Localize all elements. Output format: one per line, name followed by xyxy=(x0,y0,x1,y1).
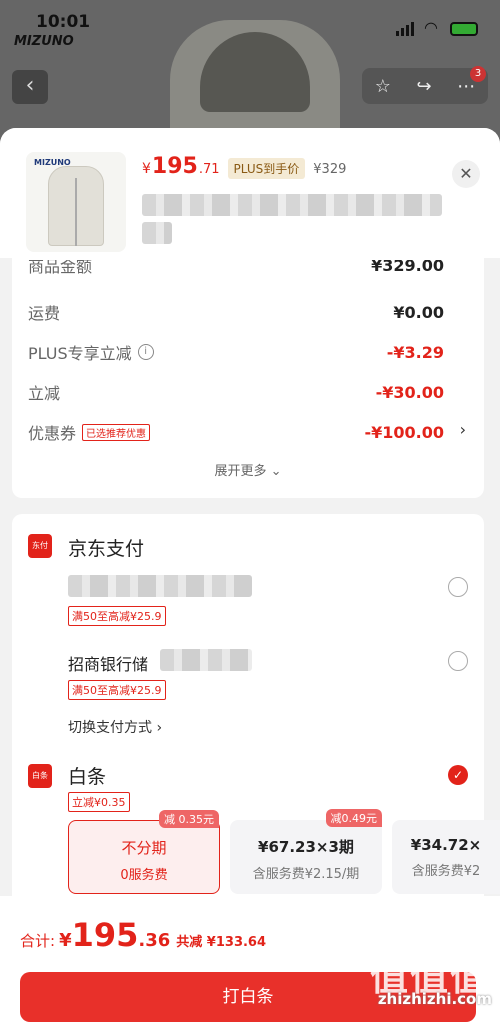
baitiao-promo: 立减¥0.35 xyxy=(68,792,130,812)
bank-card-1-radio[interactable] xyxy=(448,577,468,597)
total-label: 合计: xyxy=(20,932,56,950)
chevron-right-icon[interactable]: › xyxy=(460,420,466,439)
expand-more-link[interactable]: 展开更多 ⌄ xyxy=(12,460,484,479)
cost-label: 立减 xyxy=(28,384,61,403)
switch-payment-method-link[interactable]: 切换支付方式 › xyxy=(68,717,162,737)
recommended-coupon-tag: 已选推荐优惠 xyxy=(82,423,151,441)
share-icon[interactable]: ↪ xyxy=(417,76,432,97)
plus-price-tag: PLUS到手价 xyxy=(227,158,306,179)
cost-value: -¥100.00 xyxy=(364,422,444,442)
plan-discount-badge: 减 0.35元 xyxy=(159,810,219,828)
plan-sub-text: 含服务费¥2.15/期 xyxy=(252,867,360,882)
plan-main-text: 不分期 xyxy=(121,839,167,857)
status-bar: 10:01 MIZUNO ◠ xyxy=(0,0,500,49)
watermark-site: zhizhizhi.com xyxy=(377,990,492,1008)
bank-card-1-promo: 满50至高减¥25.9 xyxy=(68,606,166,626)
cost-row-shipping: 运费 ¥0.00 xyxy=(28,300,444,324)
brand-logo: MIZUNO xyxy=(14,34,74,49)
blurred-bank-card-2 xyxy=(160,649,252,671)
plan-main-text: ¥67.23×3期 xyxy=(258,838,354,856)
baitiao-radio-checked[interactable]: ✓ xyxy=(448,765,468,785)
installment-plan-3[interactable]: 减0.49元 ¥67.23×3期 含服务费¥2.15/期 xyxy=(230,809,382,894)
price-decimal: .71 xyxy=(198,162,220,177)
plan-sub-text: 含服务费¥2 xyxy=(411,864,481,879)
cost-label-wrap: PLUS专享立减 i xyxy=(28,340,154,364)
jd-pay-icon: 东付 xyxy=(28,534,52,558)
checkout-sheet: MIZUNO ¥ 195 .71 PLUS到手价 ¥329 ✕ 商品金额 ¥32… xyxy=(0,128,500,1029)
cost-label: PLUS专享立减 xyxy=(28,344,132,363)
total-integer: 195 xyxy=(71,916,139,954)
signal-icon xyxy=(396,22,414,36)
plan-discount-badge: 减0.49元 xyxy=(325,809,382,827)
info-icon[interactable]: i xyxy=(137,344,154,360)
total-decimal: .36 xyxy=(138,930,171,951)
installment-plan-6[interactable]: ¥34.72× 含服务费¥2 xyxy=(392,820,500,894)
product-thumbnail[interactable]: MIZUNO xyxy=(26,152,126,252)
close-button[interactable]: ✕ xyxy=(452,160,480,188)
total-saved: 共减 ¥133.64 xyxy=(176,935,267,950)
bank-card-2-name: 招商银行储 xyxy=(68,655,149,674)
price-integer: 195 xyxy=(151,154,198,179)
cost-row-plus-discount: PLUS专享立减 i -¥3.29 xyxy=(28,340,444,364)
cost-value: ¥0.00 xyxy=(393,302,444,322)
blurred-product-title-line2 xyxy=(142,222,172,244)
blurred-bank-card-1 xyxy=(68,575,252,597)
baitiao-icon: 白条 xyxy=(28,764,52,788)
bank-card-2-radio[interactable] xyxy=(448,651,468,671)
star-icon[interactable]: ☆ xyxy=(375,76,391,97)
cost-label: 商品金额 xyxy=(28,260,93,276)
total-symbol: ¥ xyxy=(59,930,72,951)
cost-value: -¥3.29 xyxy=(386,342,444,362)
price-row: ¥ 195 .71 PLUS到手价 ¥329 xyxy=(142,154,346,179)
battery-icon xyxy=(450,22,478,36)
cost-row-goods-amount: 商品金额 ¥329.00 xyxy=(28,260,444,280)
cost-label: 优惠券 xyxy=(28,424,77,443)
cost-label-wrap: 优惠券 已选推荐优惠 xyxy=(28,420,151,444)
back-button[interactable]: ‹ xyxy=(12,70,48,104)
product-header: MIZUNO ¥ 195 .71 PLUS到手价 ¥329 ✕ xyxy=(0,128,500,258)
status-time: 10:01 xyxy=(36,12,91,32)
original-price: ¥329 xyxy=(313,162,347,177)
baitiao-title: 白条 xyxy=(68,766,107,788)
installment-plan-none[interactable]: 减 0.35元 不分期 0服务费 xyxy=(68,810,220,894)
cost-value: ¥329.00 xyxy=(371,260,444,275)
price-symbol: ¥ xyxy=(142,161,151,177)
plan-main-text: ¥34.72× xyxy=(410,836,482,854)
cost-breakdown-card: 商品金额 ¥329.00 运费 ¥0.00 PLUS专享立减 i -¥3.29 … xyxy=(12,228,484,498)
cost-value: -¥30.00 xyxy=(375,382,444,402)
cost-row-coupon[interactable]: 优惠券 已选推荐优惠 -¥100.00 xyxy=(28,420,444,444)
bank-card-2-promo: 满50至高减¥25.9 xyxy=(68,680,166,700)
message-badge: 3 xyxy=(470,66,486,82)
cost-label: 运费 xyxy=(28,304,61,323)
jd-pay-title: 京东支付 xyxy=(68,538,145,560)
plan-sub-text: 0服务费 xyxy=(120,868,168,883)
background-product-page: 10:01 MIZUNO ◠ ‹ ☆ ↪ ⋯ 3 xyxy=(0,0,500,140)
cost-row-instant-discount: 立减 -¥30.00 xyxy=(28,380,444,404)
wifi-icon: ◠ xyxy=(424,18,438,37)
total-row: 合计: ¥ 195 .36 共减 ¥133.64 xyxy=(20,916,266,954)
blurred-product-title xyxy=(142,194,442,216)
